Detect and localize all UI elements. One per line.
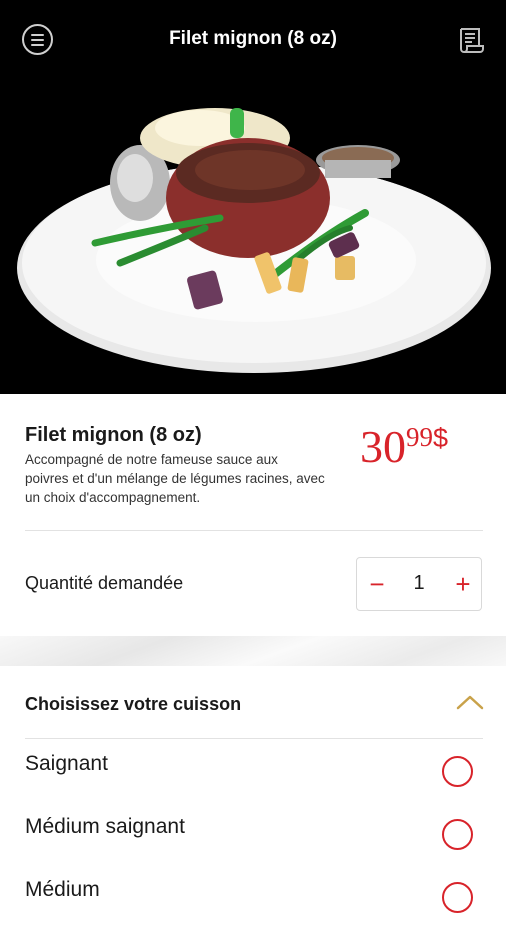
cooking-section: Choisissez votre cuisson Saignant Médium…	[0, 666, 506, 913]
marble-separator	[0, 636, 506, 666]
cooking-option-label: Saignant	[25, 752, 108, 775]
page-title: Filet mignon (8 oz)	[169, 28, 337, 49]
price-currency: $	[433, 423, 449, 453]
cooking-option[interactable]: Saignant	[0, 752, 506, 812]
item-info: Filet mignon (8 oz) Accompagné de notre …	[0, 394, 506, 636]
dish-photo	[0, 78, 506, 394]
top-bar: Filet mignon (8 oz)	[0, 0, 506, 78]
receipt-icon	[460, 28, 484, 53]
quantity-value: 1	[413, 572, 425, 594]
filet-mignon-plate-image	[0, 78, 506, 394]
quantity-stepper[interactable]: − 1 +	[356, 557, 482, 611]
radio-button[interactable]	[442, 756, 473, 787]
divider	[25, 738, 483, 739]
cooking-section-title: Choisissez votre cuisson	[25, 694, 242, 714]
item-name: Filet mignon (8 oz)	[25, 424, 202, 446]
receipt-button[interactable]	[452, 22, 488, 58]
price-dollars: 30	[360, 421, 406, 472]
cooking-option-label: Médium saignant	[25, 815, 185, 838]
decrement-button[interactable]: −	[367, 570, 387, 598]
divider	[25, 530, 483, 531]
collapse-button[interactable]	[454, 692, 486, 712]
increment-button[interactable]: +	[451, 570, 475, 598]
price-cents: 99	[406, 422, 433, 452]
radio-button[interactable]	[442, 819, 473, 850]
radio-button[interactable]	[442, 882, 473, 913]
quantity-label: Quantité demandée	[25, 573, 184, 593]
cooking-option-label: Médium	[25, 878, 100, 901]
cooking-option[interactable]: Médium	[0, 878, 506, 938]
cooking-option[interactable]: Médium saignant	[0, 815, 506, 875]
chevron-up-icon	[456, 695, 484, 710]
item-price: 3099$	[360, 420, 448, 473]
item-description: Accompagné de notre fameuse sauce aux po…	[25, 452, 325, 505]
